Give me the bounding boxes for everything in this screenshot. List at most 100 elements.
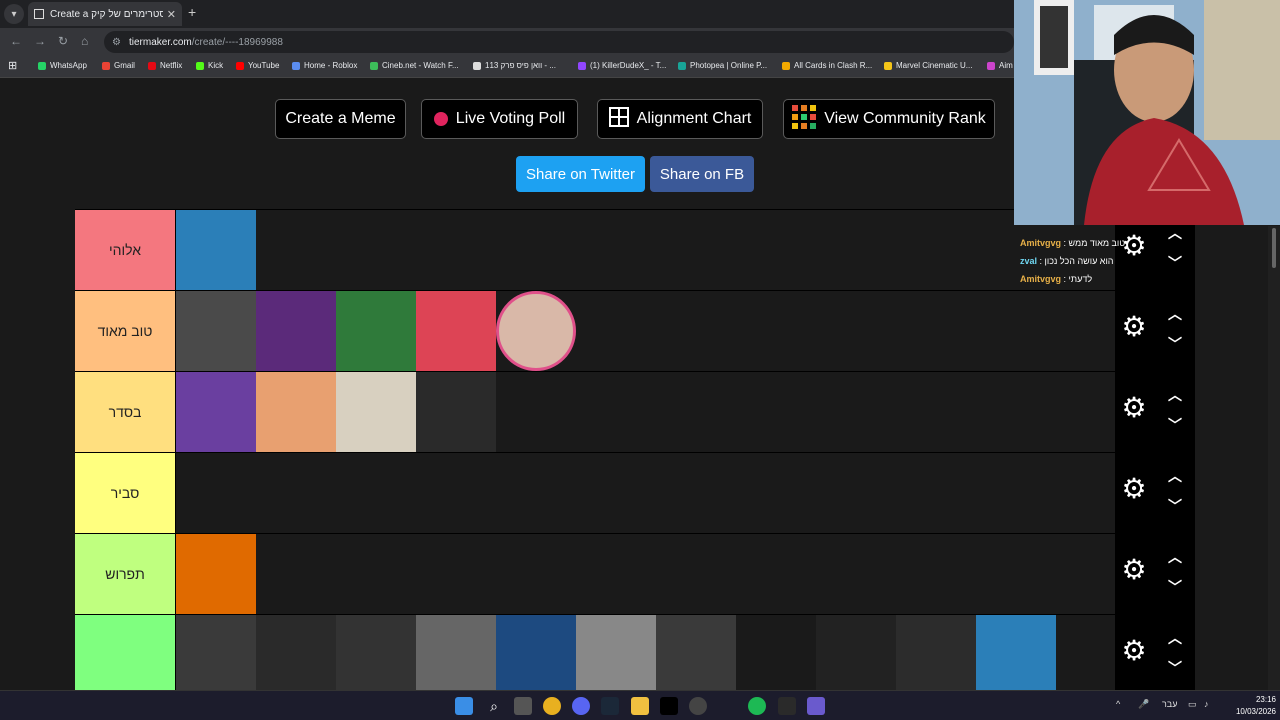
back-icon[interactable]: ← [10, 34, 22, 48]
tier-item-image[interactable] [496, 291, 576, 371]
share-facebook-button[interactable]: Share on FB [650, 156, 754, 192]
bookmark-item[interactable]: Photopea | Online P... [678, 61, 767, 70]
tier-item-image[interactable] [176, 534, 256, 614]
tier-item-image[interactable] [656, 615, 736, 690]
close-tab-icon[interactable]: ✕ [167, 8, 176, 21]
forward-icon[interactable]: → [34, 34, 46, 48]
bookmark-item[interactable]: All Cards in Clash R... [782, 61, 872, 70]
tier-item-image[interactable] [176, 615, 256, 690]
chat-message: Amitvgvg : טוב מאוד ממש [1020, 234, 1140, 252]
view-community-rank-button[interactable]: View Community Rank [783, 99, 995, 139]
tier-settings-gear-icon[interactable]: ⚙ [1119, 474, 1149, 504]
move-tier-down-icon[interactable]: ﹀ [1163, 658, 1187, 676]
move-tier-down-icon[interactable]: ﹀ [1163, 496, 1187, 514]
home-icon[interactable]: ⌂ [81, 34, 88, 48]
address-bar[interactable]: ⚙ tiermaker.com/create/----18969988 [104, 31, 1014, 53]
apps-grid-icon[interactable]: ⊞ [8, 59, 17, 72]
steam-icon[interactable] [601, 697, 619, 715]
bookmark-item[interactable]: YouTube [236, 61, 279, 70]
tier-item-image[interactable] [176, 372, 256, 452]
tier-label[interactable]: אלוהי [75, 210, 176, 290]
bookmark-item[interactable]: Kick [196, 61, 223, 70]
tier-settings-gear-icon[interactable]: ⚙ [1119, 555, 1149, 585]
volume-icon[interactable]: ♪ [1204, 699, 1209, 709]
move-tier-down-icon[interactable]: ﹀ [1163, 415, 1187, 433]
bookmark-item[interactable]: Cineb.net - Watch F... [370, 61, 459, 70]
alignment-chart-button[interactable]: Alignment Chart [597, 99, 763, 139]
tier-item-image[interactable] [496, 615, 576, 690]
grid-icon [608, 106, 629, 132]
language-indicator[interactable]: עבר [1162, 699, 1177, 709]
tray-chevron-icon[interactable]: ^ [1116, 699, 1120, 709]
tier-settings-gear-icon[interactable]: ⚙ [1119, 312, 1149, 342]
chrome-icon[interactable] [543, 697, 561, 715]
app3-icon[interactable] [807, 697, 825, 715]
tier-item-image[interactable] [256, 372, 336, 452]
move-tier-up-icon[interactable]: ︿ [1163, 628, 1187, 646]
tier-item-image[interactable] [816, 615, 896, 690]
tier-item-image[interactable] [336, 372, 416, 452]
move-tier-up-icon[interactable]: ︿ [1163, 304, 1187, 322]
tier-item-image[interactable] [736, 615, 816, 690]
move-tier-up-icon[interactable]: ︿ [1163, 547, 1187, 565]
tier-item-image[interactable] [176, 453, 256, 533]
taskbar-clock[interactable]: 23:16 10/03/2026 [1220, 694, 1276, 718]
microphone-icon[interactable]: 🎤 [1138, 699, 1149, 710]
tier-label[interactable]: בסדר [75, 372, 176, 452]
scrollbar-thumb[interactable] [1272, 228, 1276, 268]
tier-item-image[interactable] [416, 291, 496, 371]
move-tier-up-icon[interactable]: ︿ [1163, 223, 1187, 241]
move-tier-down-icon[interactable]: ﹀ [1163, 253, 1187, 271]
tier-item-image[interactable] [976, 615, 1056, 690]
tier-label[interactable] [75, 615, 176, 690]
bookmark-item[interactable]: Home - Roblox [292, 61, 357, 70]
tier-settings-gear-icon[interactable]: ⚙ [1119, 636, 1149, 666]
tier-item-image[interactable] [576, 615, 656, 690]
share-twitter-button[interactable]: Share on Twitter [516, 156, 645, 192]
tier-settings-gear-icon[interactable]: ⚙ [1119, 393, 1149, 423]
live-voting-poll-button[interactable]: Live Voting Poll [421, 99, 578, 139]
app2-icon[interactable] [689, 697, 707, 715]
bookmark-item[interactable]: (1) KillerDudeX_ - T... [578, 61, 666, 70]
network-icon[interactable]: ▭ [1188, 699, 1197, 710]
file-explorer-icon[interactable] [631, 697, 649, 715]
task-view-icon[interactable] [514, 697, 532, 715]
bookmark-item[interactable]: וואן פיס פרק 113 - ... [473, 61, 556, 70]
tier-item-image[interactable] [256, 615, 336, 690]
bookmark-item[interactable]: Netflix [148, 61, 182, 70]
tier-label[interactable]: תפרוש [75, 534, 176, 614]
start-icon[interactable] [455, 697, 473, 715]
move-tier-up-icon[interactable]: ︿ [1163, 385, 1187, 403]
move-tier-down-icon[interactable]: ﹀ [1163, 334, 1187, 352]
page-scrollbar[interactable] [1268, 226, 1280, 690]
move-tier-up-icon[interactable]: ︿ [1163, 466, 1187, 484]
spotify-icon[interactable] [748, 697, 766, 715]
tier-item-image[interactable] [416, 372, 496, 452]
bookmark-item[interactable]: Aim [987, 61, 1013, 70]
app-icon[interactable] [660, 697, 678, 715]
bookmark-item[interactable]: Marvel Cinematic U... [884, 61, 972, 70]
tier-item-image[interactable] [896, 615, 976, 690]
tier-item-image[interactable] [176, 291, 256, 371]
move-tier-down-icon[interactable]: ﹀ [1163, 577, 1187, 595]
tier-item-image[interactable] [176, 210, 256, 290]
tier-label[interactable]: סביר [75, 453, 176, 533]
tier-item-image[interactable] [416, 615, 496, 690]
tab-search-icon[interactable]: ▾ [4, 4, 24, 24]
site-info-icon[interactable]: ⚙ [112, 37, 121, 48]
url-path: /create/----18969988 [191, 36, 283, 48]
create-meme-button[interactable]: Create a Meme [275, 99, 406, 139]
discord-icon[interactable] [572, 697, 590, 715]
tier-item-image[interactable] [336, 291, 416, 371]
reload-icon[interactable]: ↻ [58, 34, 68, 48]
tier-label[interactable]: טוב מאוד [75, 291, 176, 371]
tier-row: אלוהי [75, 209, 1115, 290]
bookmark-item[interactable]: WhatsApp [38, 61, 87, 70]
tier-item-image[interactable] [336, 615, 416, 690]
browser-tab[interactable]: Create a פירוג סטרימרים של קיק ✕ [28, 2, 182, 26]
taskbar-search-icon[interactable]: ⌕ [485, 697, 503, 715]
new-tab-icon[interactable]: + [188, 4, 196, 20]
epic-games-icon[interactable] [778, 697, 796, 715]
tier-item-image[interactable] [256, 291, 336, 371]
bookmark-item[interactable]: Gmail [102, 61, 135, 70]
